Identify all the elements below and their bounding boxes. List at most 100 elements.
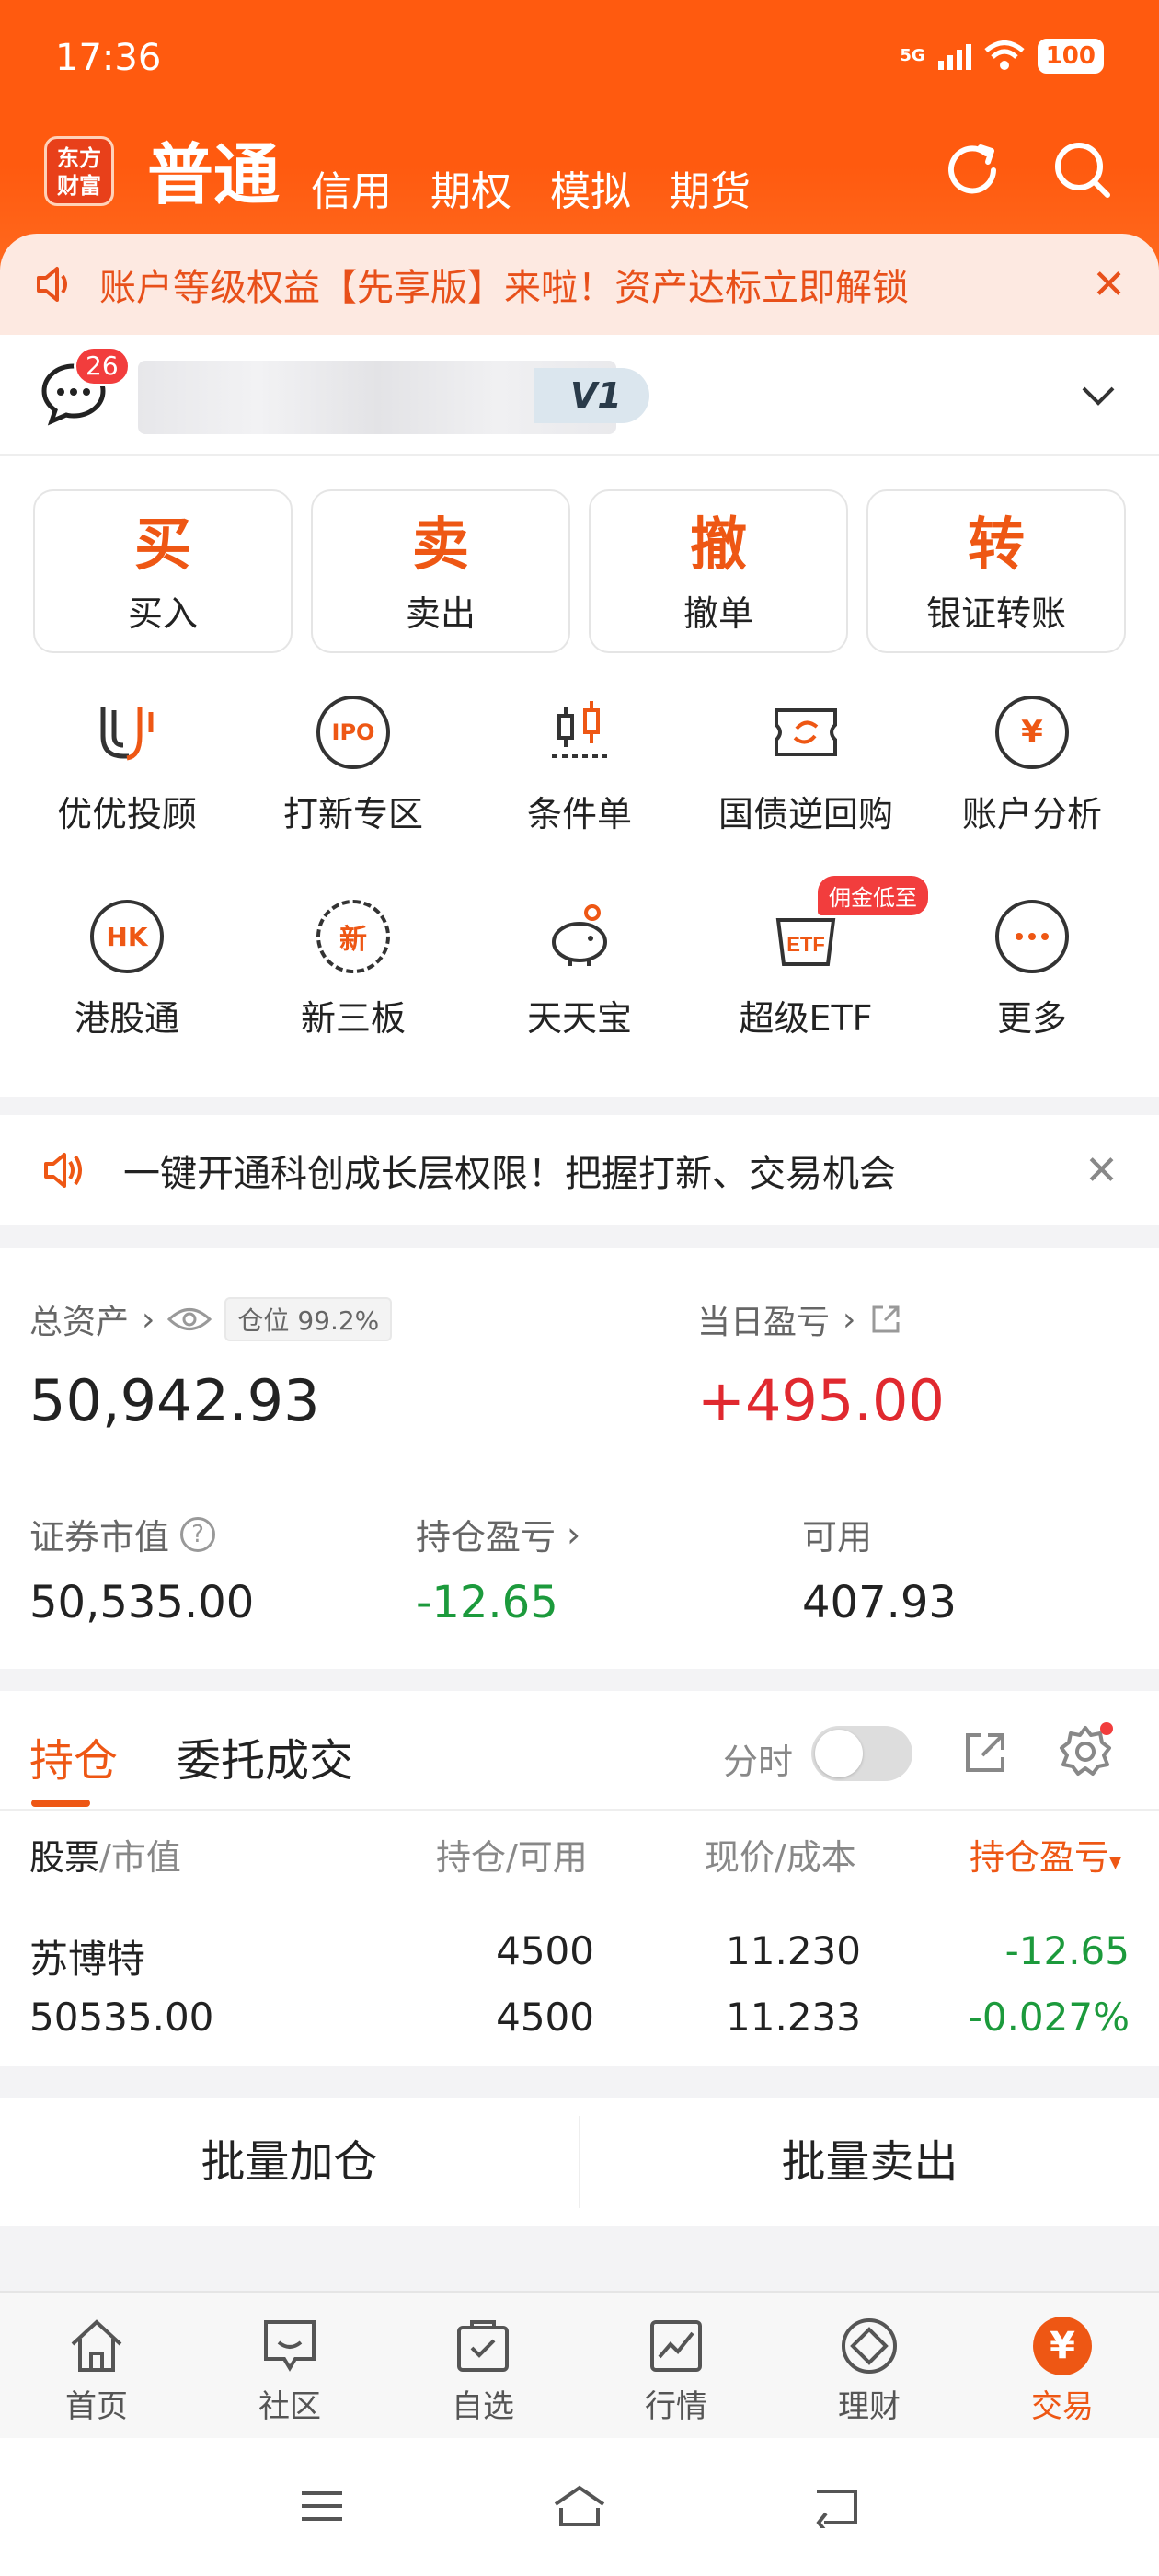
feature-treasury-repo[interactable]: 国债逆回购 [693,696,919,836]
speaker-icon [44,1153,82,1188]
chevron-right-icon: › [843,1300,856,1339]
new-board-icon: 新 [316,900,390,973]
more-icon [995,900,1069,973]
status-time: 17:36 [55,37,162,79]
message-badge: 26 [74,346,131,386]
holdings-panel: 持仓 委托成交 分时 股票/市值 持仓/可用 现价/成本 持仓盈亏▾ 苏博特 4… [0,1691,1159,2066]
ipo-icon: IPO [316,696,390,769]
market-value: 50,535.00 [29,1577,255,1628]
bottom-nav: 首页 社区 自选 行情 理财 ¥ 交易 [0,2291,1159,2438]
notification-dot [1100,1722,1113,1735]
search-icon[interactable] [1050,138,1115,202]
share-icon[interactable] [868,1302,903,1337]
daily-pl-label[interactable]: 当日盈亏 › [697,1295,903,1343]
asset-summary: 总资产 › 仓位 99.2% 50,942.93 当日盈亏 › +495.00 证券… [0,1248,1159,1669]
tab-credit[interactable]: 信用 [311,158,392,217]
feature-ipo-zone[interactable]: IPO 打新专区 [240,696,466,836]
tab-futures[interactable]: 期货 [670,158,751,217]
home-icon [67,2317,126,2375]
col-price: 现价/成本 [705,1837,856,1878]
tab-options[interactable]: 期权 [430,158,511,217]
eye-icon[interactable] [167,1305,212,1333]
col-pl[interactable]: 持仓盈亏▾ [970,1829,1121,1880]
tab-normal[interactable]: 普通 [147,121,280,217]
available-label: 可用 [802,1517,873,1558]
app-logo: 东方 财富 [44,136,114,206]
col-holding: 持仓/可用 [436,1837,588,1878]
notice-text: 一键开通科创成长层权限！把握打新、交易机会 [123,1153,896,1195]
intraday-toggle[interactable] [811,1726,912,1781]
holdings-table-header: 股票/市值 持仓/可用 现价/成本 持仓盈亏▾ [0,1829,1159,1884]
buy-button[interactable]: 买买入 [33,489,293,653]
speaker-icon [37,267,67,302]
feature-neeq[interactable]: 新 新三板 [240,900,466,1041]
notice-banner-mid[interactable]: 一键开通科创成长层权限！把握打新、交易机会 ✕ [0,1115,1159,1225]
sell-button[interactable]: 卖卖出 [311,489,570,653]
chevron-down-icon[interactable] [1078,375,1119,425]
community-icon [260,2317,319,2375]
market-value-label: 证券市值 ? [29,1509,216,1559]
feature-account-analysis[interactable]: ¥ 账户分析 [919,696,1145,836]
refresh-icon[interactable] [940,138,1004,202]
notice-banner-top[interactable]: 账户等级权益【先享版】来啦！资产达标立即解锁 ✕ [0,234,1159,335]
available-qty: 4500 [496,1995,594,2040]
nav-community[interactable]: 社区 [193,2293,386,2438]
back-icon[interactable] [813,2484,861,2528]
hk-icon: HK [90,900,164,973]
nav-watchlist[interactable]: 自选 [386,2293,580,2438]
yen-chart-icon: ¥ [995,696,1069,769]
holding-pl-value: -12.65 [416,1577,558,1628]
trade-panel: 买买入 卖卖出 撤撤单 转银证转账 优优投顾 IPO 打新专区 条件单 国债逆回… [0,456,1159,1097]
stock-name: 苏博特 [29,1937,146,1982]
watchlist-icon [453,2317,512,2375]
signal-icon [937,42,971,70]
feature-conditional-order[interactable]: 条件单 [466,696,693,836]
batch-add-button[interactable]: 批量加仓 [0,2098,579,2226]
svg-text:ETF: ETF [786,933,825,956]
holding-qty: 4500 [496,1928,594,1973]
cancel-order-button[interactable]: 撤撤单 [589,489,848,653]
batch-sell-button[interactable]: 批量卖出 [580,2098,1159,2226]
system-nav-bar [0,2438,1159,2576]
tab-simulation[interactable]: 模拟 [550,158,631,217]
feature-hk-connect[interactable]: HK 港股通 [14,900,240,1041]
feature-tiantianbao[interactable]: 天天宝 [466,900,693,1041]
repo-ticket-icon [769,696,843,769]
feature-youyou-advisor[interactable]: 优优投顾 [14,696,240,836]
chevron-right-icon: › [142,1300,155,1339]
menu-icon[interactable] [300,2484,344,2528]
nav-trade[interactable]: ¥ 交易 [966,2293,1159,2438]
batch-actions: 批量加仓 批量卖出 [0,2098,1159,2226]
system-home-icon[interactable] [552,2484,607,2528]
nav-market[interactable]: 行情 [580,2293,773,2438]
nav-home[interactable]: 首页 [0,2293,193,2438]
battery-icon: 100 [1037,39,1104,74]
help-icon[interactable]: ? [180,1516,216,1552]
nav-wealth[interactable]: 理财 [773,2293,966,2438]
close-icon[interactable]: ✕ [1084,1147,1119,1194]
current-price: 11.230 [726,1928,861,1973]
available-value: 407.93 [802,1577,957,1628]
wifi-icon [984,40,1025,70]
holding-pl-label[interactable]: 持仓盈亏 › [416,1509,580,1559]
candlestick-icon [543,696,616,769]
account-type-nav: 东方 财富 普通 信用 期权 模拟 期货 [44,129,1115,221]
holding-pl: -12.65 [1004,1928,1130,1973]
account-row[interactable]: 26 V1 [0,335,1159,456]
advisor-icon [90,696,164,769]
feature-super-etf[interactable]: 佣金低至 ETF 超级ETF [693,876,928,1041]
bank-transfer-button[interactable]: 转银证转账 [866,489,1126,653]
piggy-bank-icon [543,900,616,973]
feature-more[interactable]: 更多 [919,900,1145,1041]
chevron-right-icon: › [567,1513,581,1555]
network-type: 5G [900,46,925,65]
close-icon[interactable]: ✕ [1092,261,1126,308]
sort-down-icon: ▾ [1109,1848,1122,1876]
tab-orders[interactable]: 委托成交 [177,1724,353,1788]
tab-holdings[interactable]: 持仓 [29,1724,118,1788]
external-link-icon[interactable] [962,1730,1008,1776]
notice-text: 账户等级权益【先享版】来啦！资产达标立即解锁 [99,267,909,309]
trade-icon: ¥ [1033,2317,1092,2375]
total-assets-label[interactable]: 总资产 › 仓位 99.2% [29,1295,393,1343]
commission-tag: 佣金低至 [818,876,928,915]
